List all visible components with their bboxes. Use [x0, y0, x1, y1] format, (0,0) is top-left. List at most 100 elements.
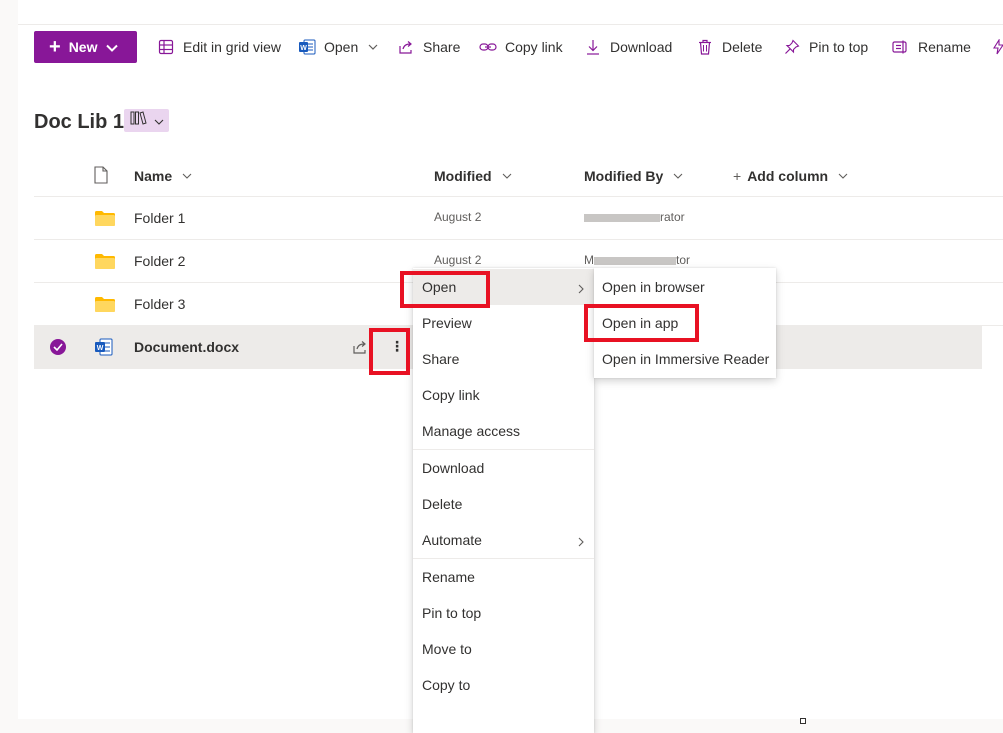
submenu-item-label: Open in Immersive Reader [602, 351, 770, 367]
library-icon [130, 110, 148, 131]
menu-item-share[interactable]: Share [413, 341, 594, 377]
word-icon: W [298, 38, 316, 56]
modified-by-column-header[interactable]: Modified By [584, 166, 683, 186]
edit-grid-view-label: Edit in grid view [183, 39, 282, 55]
link-icon [479, 38, 497, 56]
share-icon [397, 38, 415, 56]
highlight-box-open [400, 271, 490, 308]
open-label: Open [324, 39, 359, 55]
resize-handle[interactable] [800, 718, 806, 724]
edit-grid-view-button[interactable]: Edit in grid view [157, 31, 281, 63]
rename-button[interactable]: Rename [892, 31, 971, 63]
menu-item-label: Manage access [422, 423, 521, 439]
row-name[interactable]: Document.docx [134, 339, 239, 355]
menu-item-label: Copy to [422, 677, 471, 693]
row-modified-by: Mtor [584, 253, 690, 267]
redaction-bar [584, 213, 660, 222]
menu-item-move-to[interactable]: Move to [413, 631, 594, 667]
rename-label: Rename [918, 39, 971, 55]
download-label: Download [610, 39, 673, 55]
name-column-header[interactable]: Name [134, 166, 192, 186]
automate-icon [989, 38, 1003, 56]
copy-link-button[interactable]: Copy link [479, 31, 563, 63]
submenu-item-open-in-browser[interactable]: Open in browser [594, 269, 776, 305]
menu-item-preview[interactable]: Preview [413, 305, 594, 341]
chevron-down-icon [154, 112, 164, 130]
menu-item-copy-link[interactable]: Copy link [413, 377, 594, 413]
document-icon [94, 165, 108, 187]
download-icon [584, 38, 602, 56]
chevron-down-icon [182, 173, 192, 179]
rename-icon [892, 38, 910, 56]
chevron-down-icon [838, 173, 848, 179]
svg-text:W: W [300, 45, 307, 52]
row-name[interactable]: Folder 3 [134, 296, 185, 312]
more-commands-button[interactable] [989, 31, 1003, 63]
command-bar: + New Edit in grid view W Open Share Cop… [0, 0, 1003, 70]
file-type-header[interactable] [94, 165, 108, 187]
row-modified: August 2 [434, 210, 482, 224]
open-button[interactable]: W Open [298, 31, 378, 63]
row-name[interactable]: Folder 1 [134, 210, 185, 226]
menu-item-label: Automate [422, 532, 482, 548]
row-modified-by-prefix: M [584, 253, 594, 267]
chevron-right-icon [578, 281, 584, 297]
menu-item-label: Move to [422, 641, 472, 657]
modified-column-header[interactable]: Modified [434, 166, 512, 186]
copy-link-label: Copy link [505, 39, 563, 55]
row-name[interactable]: Folder 2 [134, 253, 185, 269]
share-button[interactable]: Share [397, 31, 460, 63]
page-title: Doc Lib 1 [34, 111, 125, 133]
folder-icon [95, 297, 115, 317]
menu-item-rename[interactable]: Rename [413, 559, 594, 595]
pin-to-top-button[interactable]: Pin to top [783, 31, 868, 63]
context-menu: Open Preview Share Copy link Manage acce… [413, 268, 594, 733]
submenu-item-open-in-immersive-reader[interactable]: Open in Immersive Reader [594, 341, 776, 377]
menu-item-pin-to-top[interactable]: Pin to top [413, 595, 594, 631]
highlight-box-more-options [369, 328, 410, 375]
add-column-button[interactable]: + Add column [733, 166, 848, 186]
pin-to-top-label: Pin to top [809, 39, 869, 55]
row-modified-by-suffix: rator [660, 210, 685, 224]
row-modified-by-suffix: tor [676, 253, 691, 267]
plus-icon: + [733, 168, 742, 184]
menu-item-label: Copy link [422, 387, 480, 403]
menu-item-automate[interactable]: Automate [413, 522, 594, 558]
grid-icon [157, 38, 175, 56]
chevron-down-icon [673, 173, 683, 179]
menu-item-copy-to[interactable]: Copy to [413, 667, 594, 703]
menu-item-download[interactable]: Download [413, 450, 594, 486]
delete-button[interactable]: Delete [696, 31, 762, 63]
table-row[interactable]: Folder 1 August 2 rator [34, 197, 1003, 240]
menu-item-label: Rename [422, 569, 475, 585]
checkmark-icon[interactable] [50, 339, 66, 355]
add-column-label: Add column [747, 168, 829, 184]
chevron-down-icon [502, 173, 512, 179]
plus-icon: + [49, 36, 61, 58]
pin-icon [783, 38, 801, 56]
new-button[interactable]: + New [34, 31, 137, 63]
chevron-right-icon [578, 534, 584, 550]
share-icon[interactable] [352, 339, 368, 360]
modified-by-column-label: Modified By [584, 168, 664, 184]
redaction-bar [594, 256, 676, 265]
menu-item-manage-access[interactable]: Manage access [413, 413, 594, 449]
menu-item-label: Delete [422, 496, 463, 512]
menu-item-label: Pin to top [422, 605, 482, 621]
svg-text:W: W [97, 345, 104, 352]
folder-icon [95, 211, 115, 231]
row-modified: August 2 [434, 253, 482, 267]
menu-item-label: Download [422, 460, 485, 476]
highlight-box-open-in-app [584, 304, 699, 342]
chevron-down-icon [106, 39, 119, 55]
submenu-item-label: Open in browser [602, 279, 705, 295]
view-switcher-button[interactable] [124, 109, 169, 132]
download-button[interactable]: Download [584, 31, 672, 63]
name-column-label: Name [134, 168, 173, 184]
menu-item-label: Share [422, 351, 460, 367]
chevron-down-icon [368, 44, 378, 50]
row-modified-by: rator [584, 210, 685, 224]
menu-item-label: Preview [422, 315, 472, 331]
menu-item-delete[interactable]: Delete [413, 486, 594, 522]
share-label: Share [423, 39, 461, 55]
